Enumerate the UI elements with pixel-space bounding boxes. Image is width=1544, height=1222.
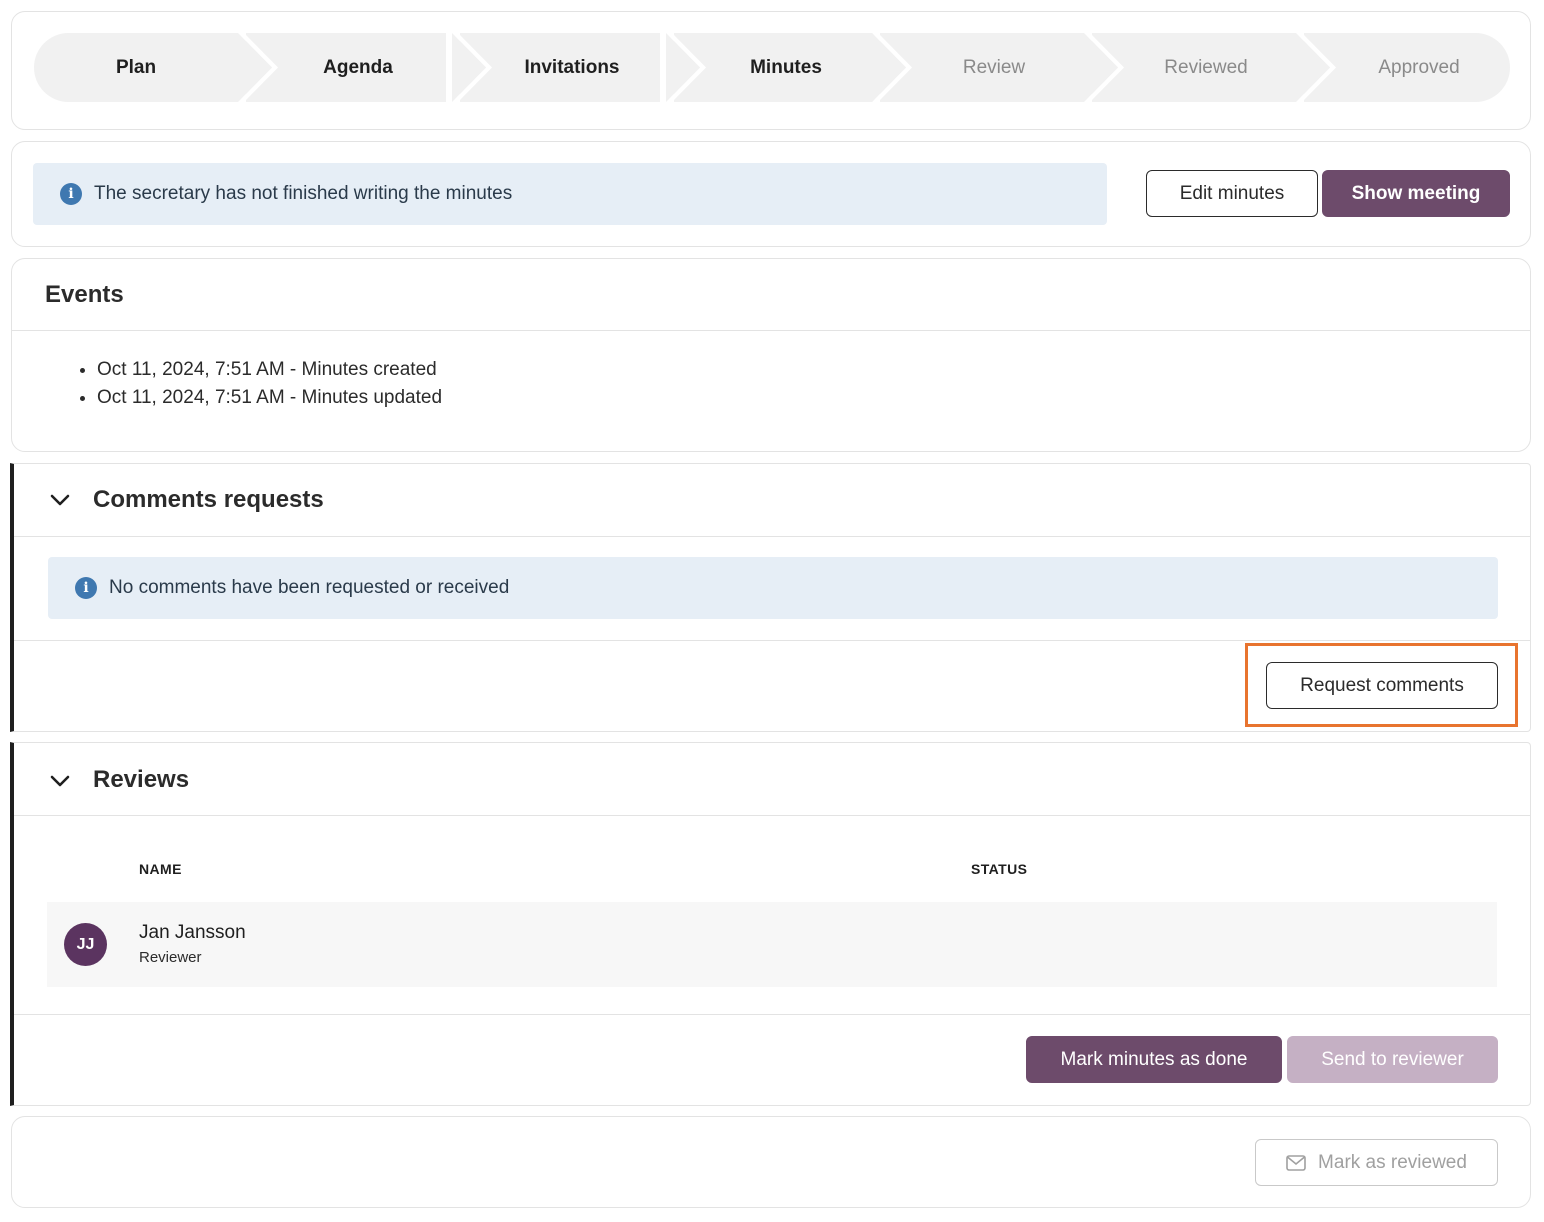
mark-minutes-done-button[interactable]: Mark minutes as done: [1026, 1036, 1282, 1083]
chevron-down-icon[interactable]: [48, 488, 72, 512]
step-separator-icon: [238, 33, 278, 102]
column-header-name: NAME: [139, 861, 182, 877]
reviewer-name: Jan Jansson: [139, 922, 246, 943]
step-separator-icon: [872, 33, 912, 102]
mail-icon: [1286, 1154, 1306, 1171]
stepper-track: Plan Agenda Invitations Minutes Review R…: [34, 33, 1510, 102]
minutes-status-message: The secretary has not finished writing t…: [94, 183, 513, 204]
list-item: Oct 11, 2024, 7:51 AM - Minutes created: [97, 356, 442, 384]
edit-minutes-button[interactable]: Edit minutes: [1146, 170, 1318, 217]
avatar: JJ: [64, 923, 107, 966]
column-header-status: STATUS: [971, 861, 1028, 877]
comments-requests-title[interactable]: Comments requests: [93, 486, 324, 514]
chevron-down-icon[interactable]: [48, 769, 72, 793]
events-title: Events: [45, 281, 124, 308]
step-separator-icon: [1296, 33, 1336, 102]
table-row[interactable]: JJ Jan Jansson Reviewer: [47, 902, 1497, 987]
divider: [14, 536, 1530, 537]
info-icon: i: [60, 183, 82, 205]
review-actions-card: Mark as reviewed: [11, 1116, 1531, 1208]
minutes-status-alert: i The secretary has not finished writing…: [33, 163, 1107, 225]
send-to-reviewer-button: Send to reviewer: [1287, 1036, 1498, 1083]
info-icon: i: [75, 577, 97, 599]
events-card: Events Oct 11, 2024, 7:51 AM - Minutes c…: [11, 258, 1531, 452]
step-plan[interactable]: Plan: [34, 33, 238, 102]
request-comments-highlight: [1245, 643, 1518, 727]
no-comments-alert: i No comments have been requested or rec…: [48, 557, 1498, 619]
mark-as-reviewed-label: Mark as reviewed: [1318, 1151, 1467, 1173]
reviews-panel: Reviews NAME STATUS JJ Jan Jansson Revie…: [10, 742, 1531, 1106]
reviewer-role: Reviewer: [139, 949, 202, 966]
no-comments-message: No comments have been requested or recei…: [109, 577, 510, 598]
divider: [12, 330, 1530, 331]
reviews-title[interactable]: Reviews: [93, 766, 189, 794]
mark-as-reviewed-button: Mark as reviewed: [1255, 1139, 1498, 1186]
minutes-status-card: i The secretary has not finished writing…: [11, 141, 1531, 247]
step-separator-icon: [666, 33, 706, 102]
events-list: Oct 11, 2024, 7:51 AM - Minutes created …: [97, 356, 442, 412]
progress-stepper: Plan Agenda Invitations Minutes Review R…: [11, 11, 1531, 130]
step-separator-icon: [1084, 33, 1124, 102]
divider: [14, 640, 1530, 641]
show-meeting-button[interactable]: Show meeting: [1322, 170, 1510, 217]
divider: [14, 1014, 1530, 1015]
step-separator-icon: [452, 33, 492, 102]
list-item: Oct 11, 2024, 7:51 AM - Minutes updated: [97, 384, 442, 412]
divider: [14, 815, 1530, 816]
